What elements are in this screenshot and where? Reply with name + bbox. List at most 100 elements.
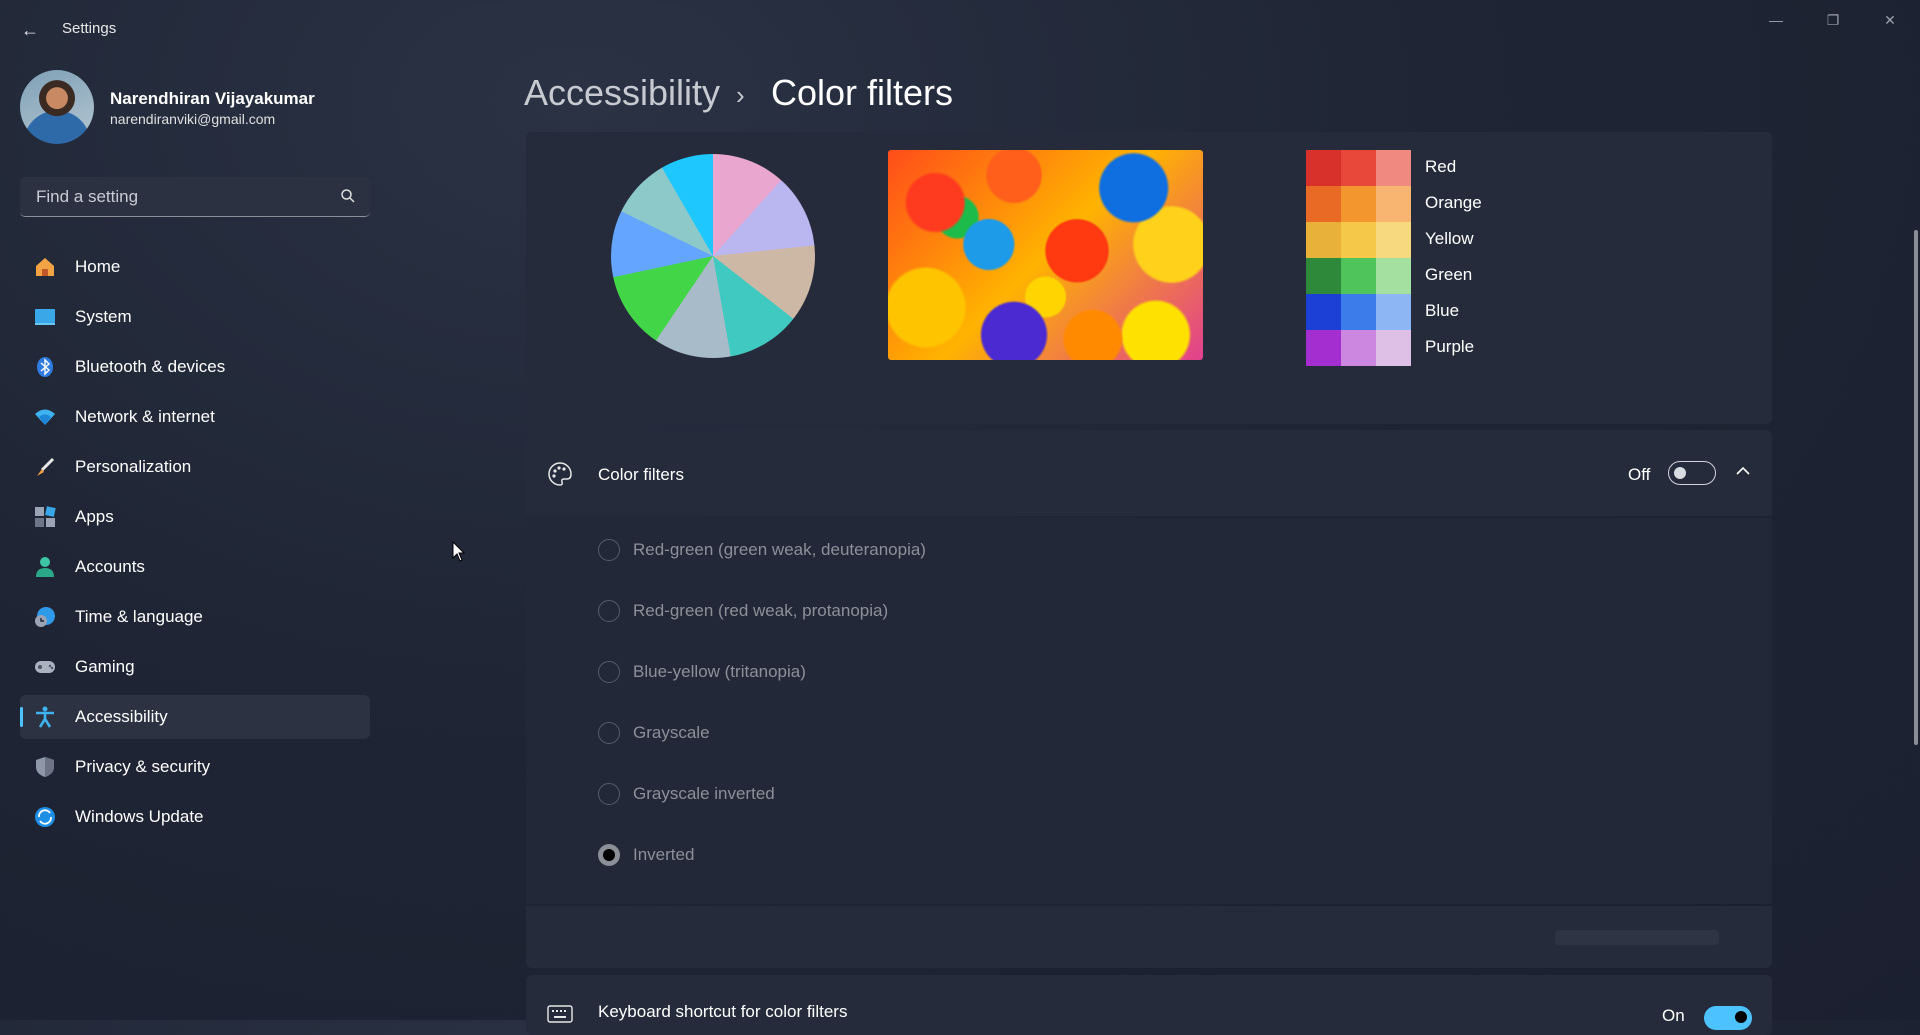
color-filters-toggle[interactable] xyxy=(1668,461,1716,485)
swatch xyxy=(1376,186,1411,222)
radio-button[interactable] xyxy=(598,783,620,805)
toggle-knob xyxy=(1735,1011,1747,1023)
swatch xyxy=(1376,150,1411,186)
sidebar-item-bluetooth[interactable]: Bluetooth & devices xyxy=(20,345,370,389)
wifi-icon xyxy=(35,409,55,425)
swatch xyxy=(1306,294,1341,330)
radio-button[interactable] xyxy=(598,600,620,622)
maximize-button[interactable]: ❐ xyxy=(1810,8,1856,32)
scrollbar-thumb[interactable] xyxy=(1914,230,1918,745)
toggle-knob xyxy=(1674,467,1686,479)
radio-button-selected[interactable] xyxy=(598,844,620,866)
color-swatch-grid xyxy=(1306,150,1411,366)
sidebar-item-time-language[interactable]: Time & language xyxy=(20,595,370,639)
sidebar-item-accessibility[interactable]: Accessibility xyxy=(20,695,370,739)
swatch xyxy=(1341,330,1376,366)
title-bar: ← Settings — ❐ ✕ xyxy=(0,0,1920,60)
sidebar-item-apps[interactable]: Apps xyxy=(20,495,370,539)
swatch-label: Orange xyxy=(1425,193,1482,212)
clock-icon xyxy=(35,607,55,627)
sidebar-item-label: Gaming xyxy=(75,657,135,676)
radio-button[interactable] xyxy=(598,722,620,744)
sidebar-item-privacy[interactable]: Privacy & security xyxy=(20,745,370,789)
swatch-labels: Red Orange Yellow Green Blue Purple xyxy=(1425,150,1482,366)
keyboard-icon xyxy=(547,1005,573,1023)
swatch xyxy=(1306,186,1341,222)
swatch xyxy=(1376,294,1411,330)
swatch xyxy=(1341,186,1376,222)
swatch xyxy=(1306,222,1341,258)
chevron-up-icon[interactable] xyxy=(1734,462,1752,480)
sidebar-item-label: Network & internet xyxy=(75,407,215,426)
swatch xyxy=(1376,222,1411,258)
avatar[interactable] xyxy=(20,70,94,144)
bluetooth-icon xyxy=(37,357,53,377)
search-icon[interactable] xyxy=(340,188,356,204)
palette-icon xyxy=(548,462,572,486)
page-title: Color filters xyxy=(771,72,954,113)
sidebar-item-label: Privacy & security xyxy=(75,757,211,776)
swatch-row-red xyxy=(1306,150,1411,186)
app-title: Settings xyxy=(62,20,117,37)
sidebar-nav: Home System Bluetooth & devices Network … xyxy=(20,245,370,845)
radio-label: Blue-yellow (tritanopia) xyxy=(633,662,806,681)
swatch-label: Green xyxy=(1425,265,1473,284)
sidebar-item-label: Home xyxy=(75,257,121,276)
minimize-button[interactable]: — xyxy=(1753,8,1799,32)
radio-label: Inverted xyxy=(633,845,695,864)
breadcrumb-separator-icon: › xyxy=(736,80,745,110)
radio-button[interactable] xyxy=(598,539,620,561)
sidebar-item-label: Windows Update xyxy=(75,807,204,826)
swatch-row-blue xyxy=(1306,294,1411,330)
color-wheel-image xyxy=(611,154,815,358)
shield-icon xyxy=(36,757,54,777)
sidebar-item-windows-update[interactable]: Windows Update xyxy=(20,795,370,839)
back-arrow-icon[interactable]: ← xyxy=(18,18,42,42)
keyboard-shortcut-state: On xyxy=(1662,1006,1685,1025)
sidebar-item-network[interactable]: Network & internet xyxy=(20,395,370,439)
sidebar-item-gaming[interactable]: Gaming xyxy=(20,645,370,689)
swatch xyxy=(1376,330,1411,366)
home-icon xyxy=(36,258,54,276)
sidebar-item-accounts[interactable]: Accounts xyxy=(20,545,370,589)
sidebar-item-label: Accessibility xyxy=(75,707,168,726)
user-name: Narendhiran Vijayakumar xyxy=(110,89,315,108)
breadcrumb-parent[interactable]: Accessibility xyxy=(524,72,720,114)
mouse-pointer-icon xyxy=(452,541,466,562)
keyboard-shortcut-toggle[interactable] xyxy=(1704,1006,1752,1030)
radio-button[interactable] xyxy=(598,661,620,683)
radio-label: Red-green (green weak, deuteranopia) xyxy=(633,540,926,559)
close-button[interactable]: ✕ xyxy=(1867,8,1913,32)
update-icon xyxy=(35,807,55,827)
apps-icon xyxy=(35,506,56,527)
sidebar-item-label: Accounts xyxy=(75,557,145,576)
swatch xyxy=(1341,258,1376,294)
sidebar-item-label: System xyxy=(75,307,132,326)
keyboard-shortcut-title: Keyboard shortcut for color filters xyxy=(598,1002,848,1021)
swatch-label: Blue xyxy=(1425,301,1460,320)
swatch-row-green xyxy=(1306,258,1411,294)
umbrellas-photo xyxy=(888,150,1203,360)
system-icon xyxy=(35,309,55,325)
radio-label: Grayscale xyxy=(633,723,710,742)
sidebar-item-system[interactable]: System xyxy=(20,295,370,339)
swatch xyxy=(1306,258,1341,294)
sidebar-item-personalization[interactable]: Personalization xyxy=(20,445,370,489)
swatch xyxy=(1306,330,1341,366)
swatch-label: Yellow xyxy=(1425,229,1474,248)
brush-icon xyxy=(37,457,55,476)
sidebar-item-home[interactable]: Home xyxy=(20,245,370,289)
color-filters-header[interactable] xyxy=(526,430,1772,516)
sidebar-item-label: Personalization xyxy=(75,457,192,476)
swatch xyxy=(1341,150,1376,186)
user-email: narendiranviki@gmail.com xyxy=(110,111,276,127)
search-box[interactable] xyxy=(20,177,370,217)
accessibility-icon xyxy=(36,706,54,728)
color-filters-options xyxy=(526,518,1772,904)
swatch-row-yellow xyxy=(1306,222,1411,258)
swatch-row-orange xyxy=(1306,186,1411,222)
swatch xyxy=(1306,150,1341,186)
radio-label: Grayscale inverted xyxy=(633,784,775,803)
search-input[interactable] xyxy=(34,177,338,217)
swatch xyxy=(1376,258,1411,294)
